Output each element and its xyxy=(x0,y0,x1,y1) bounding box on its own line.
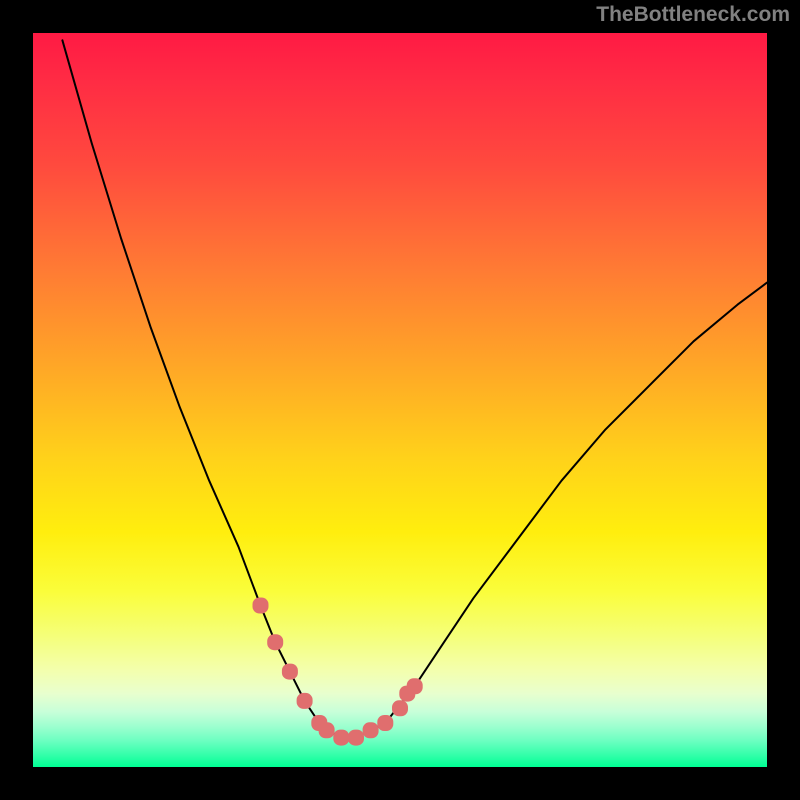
plot-area xyxy=(33,33,767,767)
gradient-background xyxy=(33,33,767,767)
chart-frame: TheBottleneck.com xyxy=(0,0,800,800)
watermark-text: TheBottleneck.com xyxy=(596,3,790,27)
